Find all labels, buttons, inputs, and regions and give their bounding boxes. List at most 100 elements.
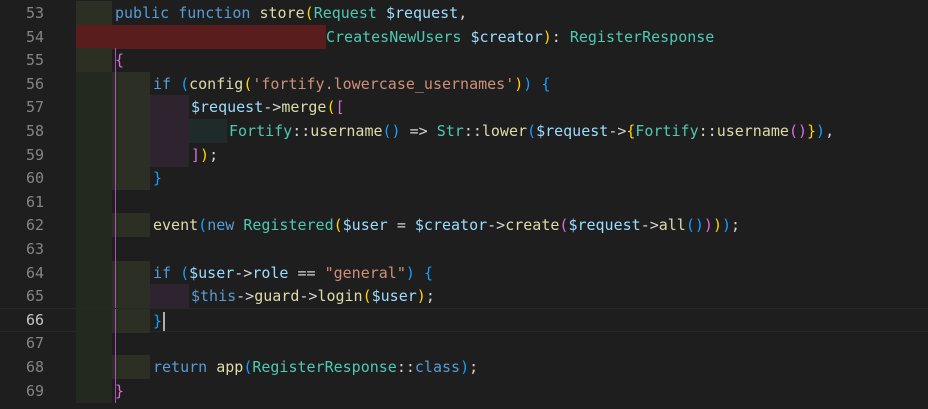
- code-token: ->: [299, 287, 318, 306]
- code-token: }: [115, 381, 125, 400]
- code-token: ): [200, 145, 210, 164]
- code-line[interactable]: }: [0, 378, 928, 403]
- code-token: (): [788, 122, 807, 140]
- code-token: event: [153, 216, 199, 235]
- code-line[interactable]: if (config('fortify.lowercase_usernames'…: [0, 71, 928, 96]
- code-token: ->: [640, 216, 659, 235]
- code-token: (: [243, 358, 253, 376]
- indent-guide-tint: [112, 95, 150, 120]
- code-text[interactable]: Fortify::username() => Str::lower($reque…: [229, 119, 834, 143]
- code-line[interactable]: public function store(Request $request,: [0, 1, 928, 25]
- code-token: Fortify: [229, 122, 293, 140]
- indent-guide-tint: [76, 331, 112, 356]
- indent-guide-tint: [150, 284, 189, 309]
- code-token: (: [326, 98, 336, 117]
- indent-guide-tint: [150, 142, 189, 167]
- code-line[interactable]: {: [0, 48, 928, 73]
- indent-guide-tint: [112, 166, 150, 191]
- code-token: ::: [396, 358, 415, 376]
- code-token: (: [527, 122, 537, 140]
- code-token: (: [198, 216, 208, 235]
- code-line[interactable]: ]);: [0, 142, 928, 167]
- code-token: config: [189, 74, 244, 93]
- code-text[interactable]: }: [153, 166, 162, 190]
- indent-guide-tint: [76, 48, 112, 73]
- indent-guide-tint: [76, 95, 112, 120]
- code-line[interactable]: return app(RegisterResponse::class);: [0, 355, 928, 379]
- bracket-pair-guide: [115, 95, 116, 120]
- code-line[interactable]: $request->merge([: [0, 95, 928, 120]
- code-line[interactable]: }: [0, 166, 928, 191]
- code-token: username: [310, 122, 383, 140]
- code-line[interactable]: [0, 237, 928, 261]
- code-token: (): [382, 122, 401, 140]
- indent-guide-tint: [76, 355, 112, 379]
- code-token: ): [816, 122, 826, 140]
- code-token: $this: [191, 287, 237, 306]
- code-text[interactable]: }: [153, 309, 162, 333]
- code-token: "general": [324, 263, 406, 282]
- code-line[interactable]: event(new Registered($user = $creator->c…: [0, 213, 928, 238]
- bracket-pair-guide: [115, 71, 116, 96]
- code-text[interactable]: }: [115, 379, 124, 403]
- indent-guide-tint: [112, 284, 150, 309]
- code-line[interactable]: if ($user->role == "general") {: [0, 260, 928, 285]
- code-line[interactable]: $this->guard->login($user);: [0, 284, 928, 309]
- code-text[interactable]: {: [115, 48, 124, 72]
- code-token: ): [405, 263, 415, 282]
- code-token: ->: [236, 287, 255, 306]
- code-token: function: [178, 4, 260, 22]
- code-text[interactable]: return app(RegisterResponse::class);: [153, 355, 478, 379]
- code-token: ,: [825, 122, 835, 140]
- code-line[interactable]: [0, 189, 928, 214]
- code-text[interactable]: $request->merge([: [191, 95, 345, 119]
- code-token: CreatesNewUsers: [326, 27, 471, 46]
- code-token: $request: [191, 98, 264, 117]
- code-token: $user: [342, 216, 388, 235]
- code-text[interactable]: CreatesNewUsers $creator): RegisterRespo…: [326, 25, 714, 49]
- code-token: ): [514, 74, 524, 93]
- bracket-pair-guide: [115, 119, 116, 143]
- indent-guide-tint: [76, 119, 112, 143]
- code-token: RegisterResponse: [252, 358, 397, 376]
- code-token: app: [216, 358, 244, 376]
- code-text[interactable]: event(new Registered($user = $creator->c…: [153, 213, 740, 237]
- code-text[interactable]: ]);: [191, 143, 218, 167]
- bracket-pair-guide: [115, 189, 116, 214]
- code-token: lower: [481, 122, 528, 140]
- code-text[interactable]: if ($user->role == "general") {: [153, 261, 433, 285]
- code-line[interactable]: Fortify::username() => Str::lower($reque…: [0, 119, 928, 143]
- code-token: (): [685, 216, 704, 235]
- code-token: =>: [400, 122, 437, 140]
- code-token: $request: [536, 122, 609, 140]
- code-text[interactable]: public function store(Request $request,: [115, 1, 467, 25]
- bracket-pair-guide: [115, 260, 116, 285]
- bracket-pair-guide: [115, 166, 116, 191]
- code-token: login: [317, 287, 363, 306]
- text-cursor: [163, 311, 165, 331]
- code-token: ): [416, 287, 426, 306]
- bracket-pair-guide: [115, 355, 116, 379]
- code-token: }: [153, 311, 163, 330]
- code-token: create: [505, 216, 560, 235]
- code-token: ==: [288, 263, 325, 282]
- code-token: all: [658, 216, 686, 235]
- code-line[interactable]: CreatesNewUsers $creator): RegisterRespo…: [0, 24, 928, 49]
- code-text[interactable]: $this->guard->login($user);: [191, 284, 435, 308]
- code-token: ::: [292, 122, 311, 140]
- code-text[interactable]: if (config('fortify.lowercase_usernames'…: [153, 72, 550, 96]
- bracket-pair-guide: [115, 284, 116, 309]
- indent-guide-tint: [76, 308, 112, 333]
- indent-guide-tint: [76, 260, 112, 285]
- code-token: ;: [469, 358, 479, 376]
- code-token: (: [333, 216, 343, 235]
- code-token: $request: [568, 216, 641, 235]
- code-line[interactable]: [0, 331, 928, 356]
- code-line[interactable]: }: [0, 307, 928, 333]
- code-editor[interactable]: 53 54 55 56 57 58 59 60 61 62 63 64 65 66 67 68 69 publi…: [0, 0, 928, 409]
- code-token: Registered: [243, 216, 334, 235]
- code-token: {: [115, 51, 125, 70]
- code-token: ): [523, 74, 533, 93]
- code-token: Str: [436, 122, 464, 140]
